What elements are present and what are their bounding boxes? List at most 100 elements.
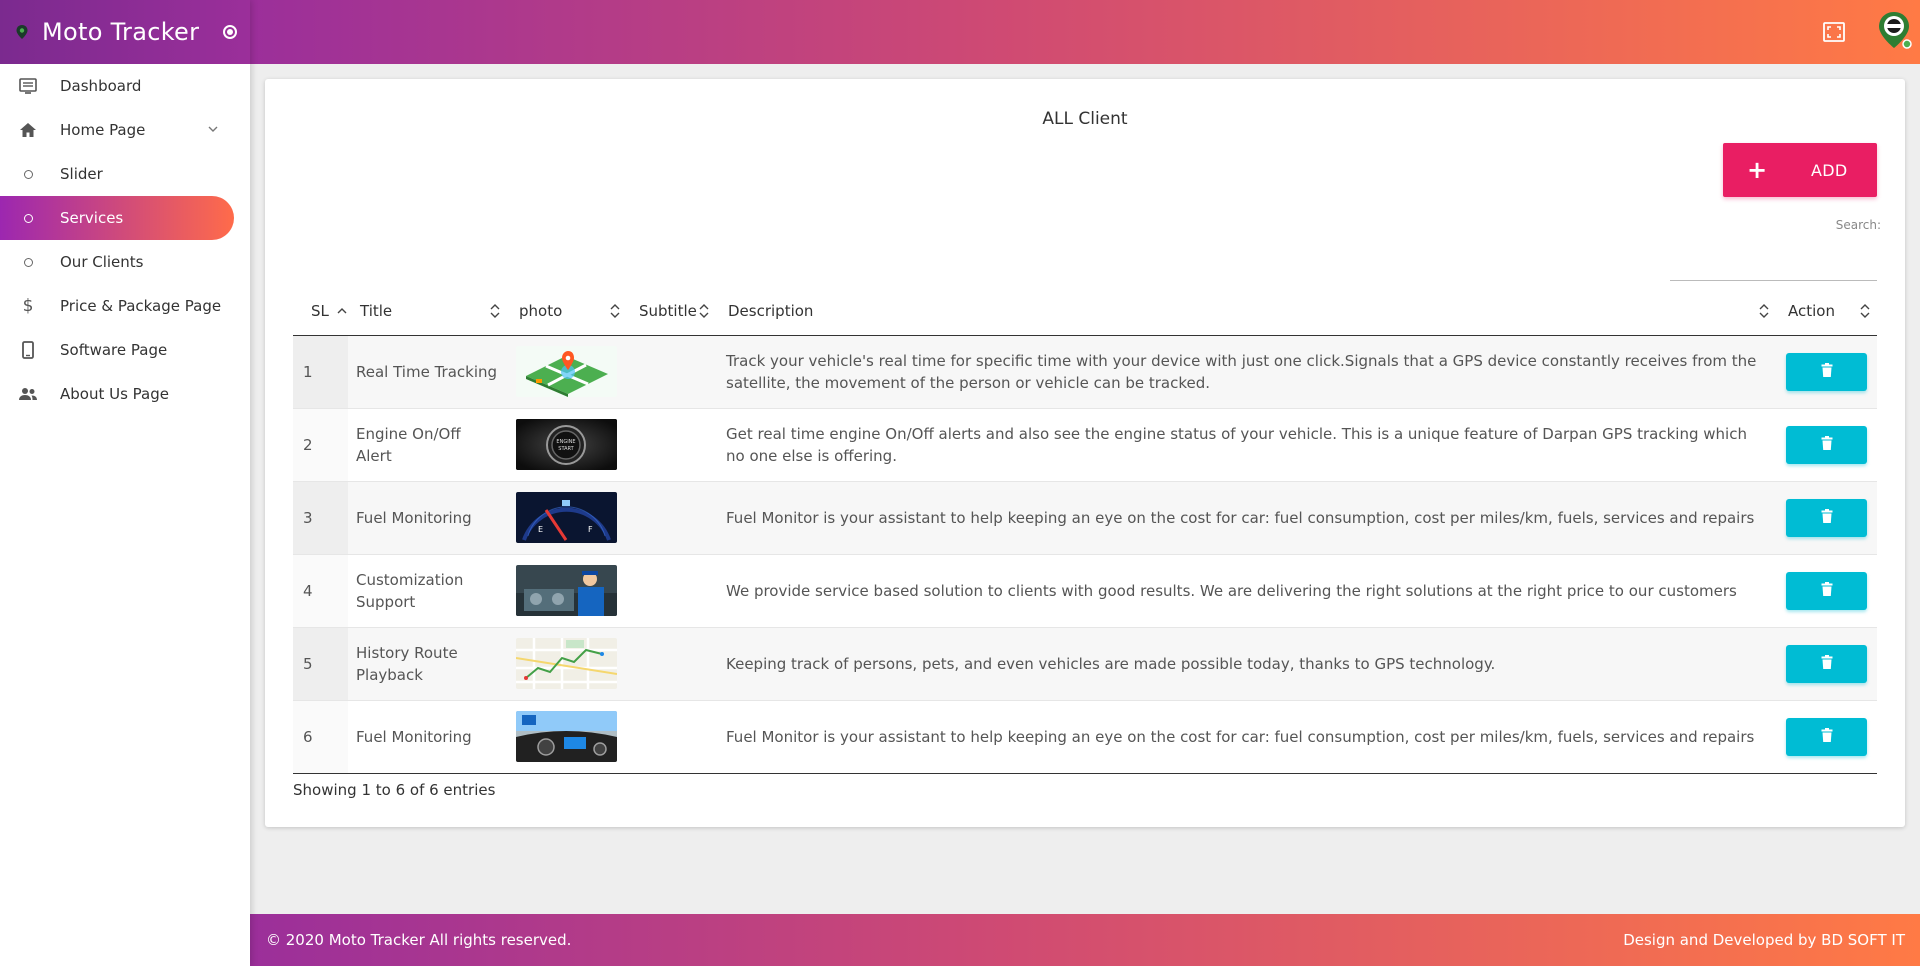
sidebar-toggle-icon[interactable] <box>223 25 238 39</box>
delete-button[interactable] <box>1786 571 1867 610</box>
search-label: Search: <box>1835 218 1881 232</box>
sidebar-item-software-page[interactable]: Software Page <box>0 328 250 372</box>
sidebar-item-label: Slider <box>60 165 103 183</box>
circle-icon <box>18 252 38 272</box>
cell-description: Fuel Monitor is your assistant to help k… <box>726 508 1755 527</box>
cell-subtitle <box>627 627 716 700</box>
people-icon <box>18 384 38 404</box>
developer-credit[interactable]: Design and Developed by BD SOFT IT <box>1623 931 1905 949</box>
sidebar-item-label: Services <box>60 209 124 227</box>
cell-description: We provide service based solution to cli… <box>726 581 1737 600</box>
cell-title: Real Time Tracking <box>356 362 498 381</box>
delete-button[interactable] <box>1786 498 1867 537</box>
cell-sl: 3 <box>293 481 348 554</box>
sort-asc-icon[interactable] <box>336 302 348 320</box>
sidebar-item-dashboard[interactable]: Dashboard <box>0 64 250 108</box>
table-row: 6 Fuel Monitoring Fuel Monitor is your a… <box>293 700 1877 773</box>
sort-both-icon[interactable] <box>1758 302 1770 320</box>
svg-text:F: F <box>588 525 593 534</box>
route-map-image <box>516 638 617 689</box>
main-card: ALL Client + ADD Search: SL Title photo … <box>265 79 1905 827</box>
cell-description: Get real time engine On/Off alerts and a… <box>726 424 1747 465</box>
table-row: 5 History Route Playback Keeping track o… <box>293 627 1877 700</box>
column-header-sl[interactable]: SL <box>293 287 348 335</box>
mechanic-image <box>516 565 617 616</box>
sidebar-nav: Dashboard Home Page Slider Services Our … <box>0 64 250 416</box>
chevron-down-icon[interactable] <box>206 122 220 136</box>
trash-icon <box>1821 728 1833 745</box>
column-header-title[interactable]: Title <box>348 287 507 335</box>
sidebar-item-label: Price & Package Page <box>60 297 222 315</box>
delete-button[interactable] <box>1786 352 1867 391</box>
cell-sl: 4 <box>293 554 348 627</box>
cell-title: History Route Playback <box>356 643 458 684</box>
cell-sl: 2 <box>293 408 348 481</box>
cell-subtitle <box>627 335 716 408</box>
sort-both-icon[interactable] <box>609 302 621 320</box>
brand-name[interactable]: Moto Tracker <box>42 18 199 46</box>
sidebar-item-about-us[interactable]: About Us Page <box>0 372 250 416</box>
sort-both-icon[interactable] <box>1859 302 1871 320</box>
copyright-text: © 2020 Moto Tracker All rights reserved. <box>266 931 572 949</box>
cell-title: Engine On/Off Alert <box>356 424 461 465</box>
cell-subtitle <box>627 481 716 554</box>
sort-both-icon[interactable] <box>489 302 501 320</box>
table-row: 2 Engine On/Off Alert ENGINE START Get re… <box>293 408 1877 481</box>
cell-sl: 1 <box>293 335 348 408</box>
circle-icon <box>18 164 38 184</box>
svg-text:E: E <box>538 525 543 534</box>
table-info: Showing 1 to 6 of 6 entries <box>293 781 496 799</box>
cell-title: Fuel Monitoring <box>356 508 472 527</box>
sidebar-item-home-page[interactable]: Home Page <box>0 108 250 152</box>
svg-text:START: START <box>558 446 574 452</box>
sidebar-item-price-package[interactable]: $ Price & Package Page <box>0 284 250 328</box>
map-pin-image <box>516 346 617 397</box>
column-header-action[interactable]: Action <box>1776 287 1877 335</box>
column-header-subtitle[interactable]: Subtitle <box>627 287 716 335</box>
sidebar-item-label: Our Clients <box>60 253 144 271</box>
logo-icon <box>14 24 30 40</box>
home-icon <box>18 120 38 140</box>
sidebar-item-label: Home Page <box>60 121 146 139</box>
column-header-photo[interactable]: photo <box>507 287 627 335</box>
dollar-icon: $ <box>22 296 34 316</box>
trash-icon <box>1821 509 1833 526</box>
fuel-gauge-image: EF <box>516 492 617 543</box>
sidebar-item-slider[interactable]: Slider <box>0 152 250 196</box>
engine-button-image: ENGINE START <box>516 419 617 470</box>
phone-icon <box>18 340 38 360</box>
search-input[interactable] <box>1670 245 1877 281</box>
sidebar: Moto Tracker Dashboard Home Page Slider … <box>0 0 250 966</box>
delete-button[interactable] <box>1786 644 1867 683</box>
table-row: 4 Customization Support We provide servi… <box>293 554 1877 627</box>
sidebar-item-label: Software Page <box>60 341 168 359</box>
svg-text:ENGINE: ENGINE <box>556 439 575 445</box>
sidebar-item-our-clients[interactable]: Our Clients <box>0 240 250 284</box>
footer: © 2020 Moto Tracker All rights reserved.… <box>250 914 1920 966</box>
column-header-description[interactable]: Description <box>716 287 1776 335</box>
car-dashboard-image <box>516 711 617 762</box>
sidebar-item-label: Dashboard <box>60 77 142 95</box>
add-button[interactable]: + ADD <box>1723 143 1877 197</box>
services-table: SL Title photo Subtitle Description Acti… <box>293 287 1877 774</box>
user-avatar-icon[interactable] <box>1876 10 1912 50</box>
trash-icon <box>1821 582 1833 599</box>
cell-description: Fuel Monitor is your assistant to help k… <box>726 727 1755 746</box>
fullscreen-icon[interactable] <box>1823 22 1845 42</box>
table-row: 1 Real Time Tracking Track your vehicle'… <box>293 335 1877 408</box>
table-row: 3 Fuel Monitoring EF Fuel Monitor is you… <box>293 481 1877 554</box>
cell-subtitle <box>627 554 716 627</box>
cell-sl: 6 <box>293 700 348 773</box>
delete-button[interactable] <box>1786 717 1867 756</box>
sort-both-icon[interactable] <box>698 302 710 320</box>
delete-button[interactable] <box>1786 425 1867 464</box>
cell-sl: 5 <box>293 627 348 700</box>
trash-icon <box>1821 363 1833 380</box>
cell-title: Customization Support <box>356 570 464 611</box>
sidebar-item-services[interactable]: Services <box>0 196 234 240</box>
table-header-row: SL Title photo Subtitle Description Acti… <box>293 287 1877 335</box>
brand-header: Moto Tracker <box>0 0 250 64</box>
plus-icon: + <box>1747 156 1768 184</box>
sidebar-item-label: About Us Page <box>60 385 169 403</box>
cell-subtitle <box>627 408 716 481</box>
